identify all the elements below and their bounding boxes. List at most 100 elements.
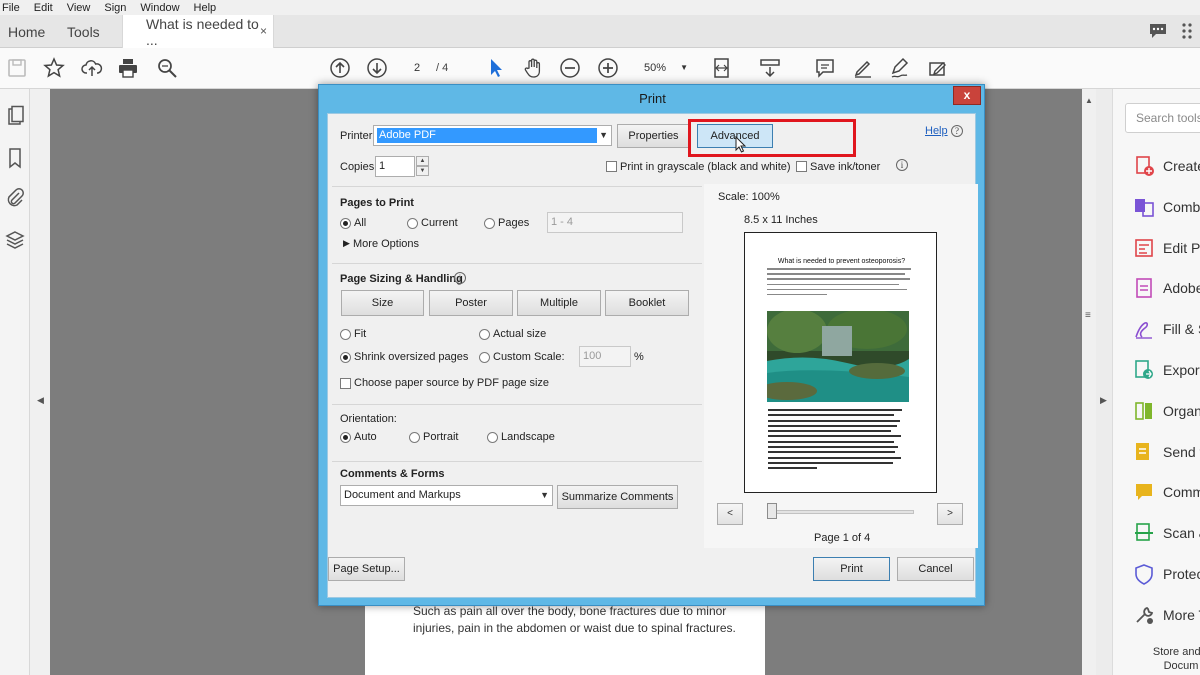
actual-size-radio[interactable] xyxy=(479,329,490,340)
custom-scale-input[interactable]: 100 xyxy=(579,346,631,367)
menu-window[interactable]: Window xyxy=(140,2,179,14)
page-fit-icon[interactable] xyxy=(710,56,734,80)
sign-pen-icon[interactable] xyxy=(888,56,912,80)
save-ink-info-icon[interactable]: i xyxy=(896,159,908,171)
pages-range-input[interactable]: 1 - 4 xyxy=(547,212,683,233)
menu-sign[interactable]: Sign xyxy=(104,2,126,14)
help-info-icon[interactable]: ? xyxy=(951,125,963,137)
booklet-button[interactable]: Booklet xyxy=(605,290,689,316)
more-options-toggle[interactable]: More Options xyxy=(353,238,419,250)
next-page-icon[interactable] xyxy=(365,56,389,80)
help-link[interactable]: Help xyxy=(925,125,948,137)
bookmark-icon[interactable] xyxy=(4,147,26,169)
scroll-mode-icon[interactable] xyxy=(758,56,782,80)
fit-radio[interactable] xyxy=(340,329,351,340)
layers-icon[interactable] xyxy=(4,229,26,251)
left-panel-toggle[interactable]: ◀ xyxy=(30,89,50,675)
previous-page-icon[interactable] xyxy=(328,56,352,80)
dialog-close-button[interactable]: x xyxy=(953,86,981,105)
copies-input[interactable]: 1 xyxy=(375,156,415,177)
print-icon[interactable] xyxy=(116,56,140,80)
pages-current-label: Current xyxy=(421,217,458,229)
save-icon[interactable] xyxy=(5,56,29,80)
tool-item-combine-files[interactable]: Combi xyxy=(1133,195,1200,219)
menu-edit[interactable]: Edit xyxy=(34,2,53,14)
shrink-oversized-radio[interactable] xyxy=(340,352,351,363)
zoom-out-icon[interactable] xyxy=(558,56,582,80)
preview-next-button[interactable]: > xyxy=(937,503,963,525)
scroll-grip-icon[interactable]: ≡ xyxy=(1085,310,1091,321)
right-panel-toggle[interactable]: ▶ xyxy=(1096,89,1112,675)
orientation-portrait-radio[interactable] xyxy=(409,432,420,443)
tab-close-icon[interactable]: × xyxy=(260,24,267,38)
upload-cloud-icon[interactable] xyxy=(80,56,104,80)
page-setup-button[interactable]: Page Setup... xyxy=(328,557,405,581)
comments-forms-select[interactable]: Document and Markups ▼ xyxy=(340,485,553,506)
cancel-button[interactable]: Cancel xyxy=(897,557,974,581)
orientation-auto-radio[interactable] xyxy=(340,432,351,443)
zoom-in-icon[interactable] xyxy=(596,56,620,80)
preview-page-slider[interactable] xyxy=(768,510,914,514)
preview-prev-button[interactable]: < xyxy=(717,503,743,525)
page-number-input[interactable]: 2 xyxy=(402,58,432,78)
find-icon[interactable] xyxy=(155,56,179,80)
tab-tools[interactable]: Tools xyxy=(67,15,100,48)
stepper-down-icon[interactable]: ▼ xyxy=(416,166,429,176)
tool-item-scan-ocr[interactable]: Scan & xyxy=(1133,521,1200,545)
summarize-comments-button[interactable]: Summarize Comments xyxy=(557,485,678,509)
tool-item-organize-pages[interactable]: Organ xyxy=(1133,399,1200,423)
search-tools-input[interactable]: Search tools xyxy=(1125,103,1200,133)
tool-item-create-pdf[interactable]: Create xyxy=(1133,154,1200,178)
orientation-landscape-radio[interactable] xyxy=(487,432,498,443)
comment-icon[interactable] xyxy=(813,56,837,80)
pages-all-radio[interactable] xyxy=(340,218,351,229)
pages-range-radio[interactable] xyxy=(484,218,495,229)
tool-item-send-for-comments[interactable]: Send f xyxy=(1133,440,1200,464)
page-thumbnails-icon[interactable] xyxy=(4,105,26,127)
preview-slider-handle[interactable] xyxy=(767,503,777,519)
printer-select[interactable]: Adobe PDF ▼ xyxy=(373,125,612,146)
tool-item-fill-sign[interactable]: Fill & S xyxy=(1133,317,1200,341)
grayscale-checkbox[interactable] xyxy=(606,161,617,172)
tool-item-adobe-sign[interactable]: Adobe xyxy=(1133,276,1200,300)
tool-item-export-pdf[interactable]: Export xyxy=(1133,358,1200,382)
tool-item-protect[interactable]: Protec xyxy=(1133,562,1200,586)
save-ink-checkbox[interactable] xyxy=(796,161,807,172)
stepper-up-icon[interactable]: ▲ xyxy=(416,156,429,166)
store-promo-line-2: Docum xyxy=(1163,660,1199,672)
hand-tool-icon[interactable] xyxy=(521,56,545,80)
menu-view[interactable]: View xyxy=(67,2,91,14)
scroll-up-icon[interactable]: ▲ xyxy=(1085,96,1093,105)
menu-help[interactable]: Help xyxy=(194,2,217,14)
expand-triangle-icon[interactable]: ▶ xyxy=(343,238,350,249)
send-for-comments-icon xyxy=(1136,442,1149,460)
paper-source-label: Choose paper source by PDF page size xyxy=(354,377,550,389)
select-cursor-icon[interactable] xyxy=(484,56,508,80)
multiple-button[interactable]: Multiple xyxy=(517,290,601,316)
tool-item-comment[interactable]: Comm xyxy=(1133,480,1200,504)
copies-stepper[interactable]: ▲ ▼ xyxy=(416,156,429,177)
size-button[interactable]: Size xyxy=(341,290,424,316)
tab-document[interactable]: What is needed to ... × xyxy=(122,15,274,48)
pages-current-radio[interactable] xyxy=(407,218,418,229)
custom-scale-radio[interactable] xyxy=(479,352,490,363)
poster-button[interactable]: Poster xyxy=(429,290,513,316)
highlight-pen-icon[interactable] xyxy=(851,56,875,80)
zoom-level-select[interactable]: 50% ▼ xyxy=(636,58,696,78)
pages-all-label: All xyxy=(354,217,367,229)
tool-item-label: Create xyxy=(1163,158,1200,174)
page-sizing-info-icon[interactable]: i xyxy=(454,272,466,284)
fill-sign-icon[interactable] xyxy=(925,56,949,80)
print-button[interactable]: Print xyxy=(813,557,890,581)
tool-item-edit-pdf[interactable]: Edit PD xyxy=(1133,236,1200,260)
tab-home[interactable]: Home xyxy=(8,15,45,48)
attachment-icon[interactable] xyxy=(4,187,26,209)
paper-source-checkbox[interactable] xyxy=(340,378,351,389)
chat-icon[interactable] xyxy=(1148,21,1168,41)
apps-grid-icon[interactable] xyxy=(1180,21,1200,41)
tool-item-more-tools[interactable]: More T xyxy=(1133,603,1200,627)
properties-button[interactable]: Properties xyxy=(617,124,690,148)
vertical-scrollbar[interactable]: ▲ ≡ xyxy=(1082,89,1096,675)
bookmark-star-icon[interactable] xyxy=(42,56,66,80)
menu-file[interactable]: File xyxy=(2,2,20,14)
